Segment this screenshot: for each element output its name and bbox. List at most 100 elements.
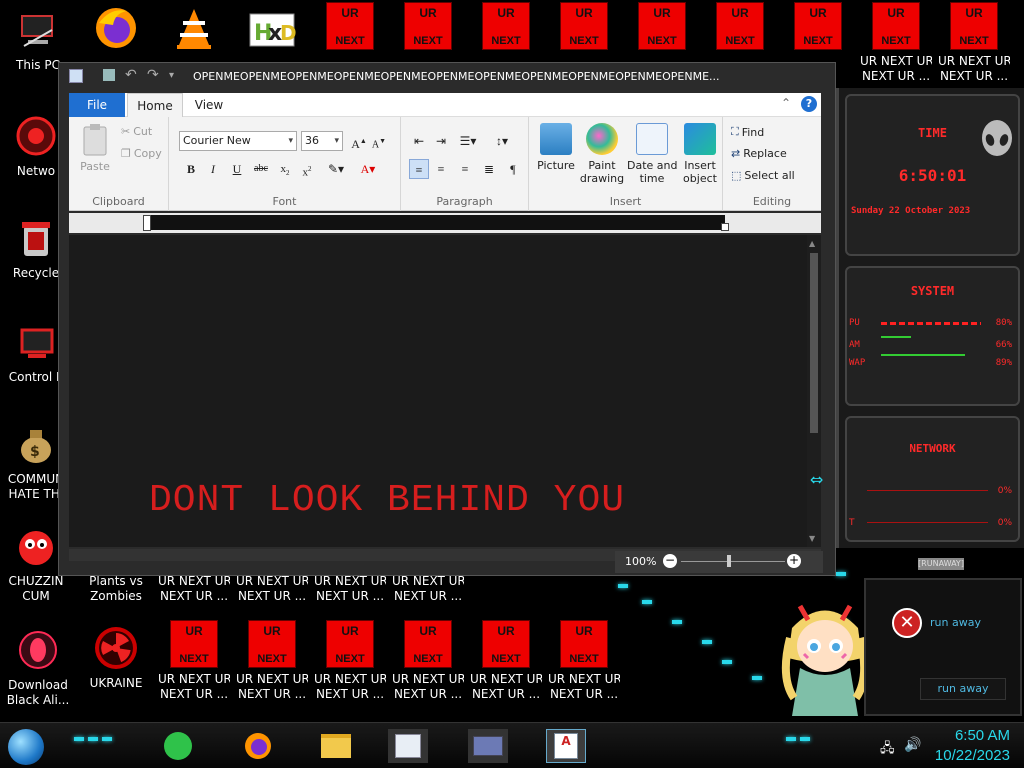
volume-icon[interactable]: 🔊 bbox=[904, 737, 921, 753]
date-time-button[interactable]: Date and time bbox=[627, 123, 677, 185]
ur-next-shortcut[interactable]: UR NEXT UR NEXT UR ... bbox=[314, 574, 386, 604]
taskbar-notepad[interactable] bbox=[388, 729, 428, 763]
zoom-slider-track[interactable] bbox=[681, 561, 785, 562]
subscript-icon[interactable]: x2 bbox=[275, 159, 295, 179]
tab-home[interactable]: Home bbox=[127, 93, 183, 117]
redo-icon[interactable]: ↷ bbox=[147, 67, 159, 83]
replace-button[interactable]: ⇄ Replace bbox=[731, 147, 787, 160]
insert-object-button[interactable]: Insert object bbox=[675, 123, 725, 185]
shrink-font-icon[interactable]: A▼ bbox=[369, 131, 389, 151]
ur-next-shortcut[interactable]: UR NEXT UR NEXT UR NEXT UR ... bbox=[314, 620, 386, 702]
scroll-thumb[interactable] bbox=[810, 253, 818, 433]
zoom-out-icon[interactable]: − bbox=[663, 554, 677, 568]
save-icon[interactable] bbox=[103, 69, 115, 81]
network-tray-icon[interactable]: 🖧 bbox=[880, 739, 895, 761]
superscript-icon[interactable]: x2 bbox=[297, 159, 317, 179]
firefox-shortcut[interactable] bbox=[80, 4, 152, 52]
taskbar-firefox[interactable] bbox=[238, 729, 278, 763]
increase-indent-icon[interactable]: ⇥ bbox=[431, 131, 451, 151]
align-center-icon[interactable]: ≡ bbox=[431, 159, 451, 179]
decrease-indent-icon[interactable]: ⇤ bbox=[409, 131, 429, 151]
title-bar[interactable]: ↶ ↷ ▾ OPENMEOPENMEOPENMEOPENMEOPENMEOPEN… bbox=[59, 63, 835, 91]
ur-next-shortcut[interactable]: UR NEXT bbox=[314, 2, 386, 54]
zoom-slider-thumb[interactable] bbox=[727, 555, 731, 567]
ukraine-shortcut[interactable]: UKRAINE bbox=[80, 624, 152, 691]
ur-next-shortcut[interactable]: UR NEXT UR NEXT UR NEXT UR ... bbox=[470, 620, 542, 702]
ur-next-shortcut[interactable]: UR NEXT UR NEXT UR NEXT UR ... bbox=[392, 620, 464, 702]
zoom-in-icon[interactable]: + bbox=[787, 554, 801, 568]
grow-font-icon[interactable]: A▲ bbox=[349, 131, 369, 151]
taskbar-wordpad[interactable]: A bbox=[546, 729, 586, 763]
highlight-color-icon[interactable]: ✎▾ bbox=[323, 159, 349, 179]
align-left-icon[interactable]: ≡ bbox=[409, 159, 429, 179]
right-indent-marker[interactable] bbox=[721, 223, 729, 231]
scroll-up-icon[interactable]: ▲ bbox=[809, 239, 815, 248]
undo-icon[interactable]: ↶ bbox=[125, 67, 137, 83]
paint-drawing-button[interactable]: Paint drawing bbox=[577, 123, 627, 185]
taskbar-clock-time[interactable]: 6:50 AM bbox=[940, 727, 1010, 744]
runaway-message: run away bbox=[930, 616, 981, 629]
ur-text: UR bbox=[263, 624, 281, 638]
paragraph-settings-icon[interactable]: ¶ bbox=[503, 159, 523, 179]
ur-next-shortcut[interactable]: UR NEXT UR NEXT UR NEXT UR ... bbox=[938, 2, 1010, 84]
ur-next-shortcut[interactable]: UR NEXT bbox=[548, 2, 620, 54]
font-color-icon[interactable]: A▾ bbox=[355, 159, 381, 179]
line-spacing-icon[interactable]: ↕▾ bbox=[489, 131, 515, 151]
copy-button[interactable]: ❐ Copy bbox=[121, 147, 162, 160]
bullets-icon[interactable]: ☰▾ bbox=[455, 131, 481, 151]
taskbar-control-panel[interactable] bbox=[468, 729, 508, 763]
ruler[interactable] bbox=[69, 213, 821, 233]
hxd-shortcut[interactable]: HxD bbox=[236, 6, 308, 54]
italic-icon[interactable]: I bbox=[203, 159, 223, 179]
next-text: NEXT bbox=[881, 35, 911, 47]
ur-next-shortcut[interactable]: UR NEXT UR NEXT UR NEXT UR ... bbox=[236, 620, 308, 702]
underline-icon[interactable]: U bbox=[227, 159, 247, 179]
strikethrough-icon[interactable]: abc bbox=[251, 159, 271, 179]
document-area[interactable]: DONT LOOK BEHIND YOU bbox=[69, 235, 807, 547]
bold-icon[interactable]: B bbox=[181, 159, 201, 179]
vertical-scrollbar[interactable]: ▲ ▼ bbox=[807, 235, 821, 547]
font-size-select[interactable]: 36 bbox=[301, 131, 343, 151]
plants-vs-zombies-shortcut[interactable]: Plants vs Zombies bbox=[80, 574, 152, 604]
ur-next-tile: UR NEXT bbox=[326, 620, 374, 668]
tab-file[interactable]: File bbox=[69, 93, 125, 117]
font-family-select[interactable]: Courier New bbox=[179, 131, 297, 151]
ur-next-shortcut[interactable]: UR NEXT UR NEXT UR ... bbox=[236, 574, 308, 604]
ur-next-shortcut[interactable]: UR NEXT UR NEXT UR ... bbox=[392, 574, 464, 604]
ur-next-shortcut[interactable]: UR NEXT bbox=[704, 2, 776, 54]
select-all-button[interactable]: ⬚ Select all bbox=[731, 169, 795, 182]
vlc-icon bbox=[170, 4, 218, 52]
star-butterfly-character-image bbox=[781, 604, 869, 716]
quick-access-dropdown-icon[interactable]: ▾ bbox=[169, 70, 174, 81]
ur-text: UR bbox=[887, 6, 905, 20]
align-right-icon[interactable]: ≡ bbox=[455, 159, 475, 179]
paste-button[interactable]: Paste bbox=[75, 123, 115, 173]
tab-view[interactable]: View bbox=[183, 93, 235, 117]
ur-next-shortcut[interactable]: UR NEXT UR NEXT UR NEXT UR ... bbox=[860, 2, 932, 84]
cut-button[interactable]: ✂ Cut bbox=[121, 125, 152, 138]
ur-next-shortcut[interactable]: UR NEXT bbox=[782, 2, 854, 54]
ur-next-shortcut[interactable]: UR NEXT UR NEXT UR NEXT UR ... bbox=[158, 620, 230, 702]
scroll-down-icon[interactable]: ▼ bbox=[809, 534, 815, 543]
start-orb-icon[interactable] bbox=[8, 729, 44, 765]
taskbar-file-explorer[interactable] bbox=[316, 729, 356, 763]
svg-text:$: $ bbox=[30, 444, 40, 460]
next-text: NEXT bbox=[725, 35, 755, 47]
vlc-shortcut[interactable] bbox=[158, 4, 230, 52]
insert-picture-button[interactable]: Picture bbox=[531, 123, 581, 172]
ur-next-shortcut[interactable]: UR NEXT UR NEXT UR NEXT UR ... bbox=[548, 620, 620, 702]
runaway-button[interactable]: run away bbox=[920, 678, 1006, 700]
help-icon[interactable]: ? bbox=[801, 96, 817, 112]
wordpad-app-icon[interactable] bbox=[69, 69, 83, 83]
ur-next-shortcut[interactable]: UR NEXT bbox=[470, 2, 542, 54]
taskbar-notes-app[interactable] bbox=[158, 729, 198, 763]
find-button[interactable]: ⛶ Find bbox=[731, 125, 764, 139]
ur-next-shortcut[interactable]: UR NEXT bbox=[392, 2, 464, 54]
ur-next-shortcut[interactable]: UR NEXT UR NEXT UR ... bbox=[158, 574, 230, 604]
download-shortcut[interactable]: Download Black Ali... bbox=[2, 626, 74, 708]
left-indent-marker[interactable] bbox=[143, 215, 151, 231]
taskbar-clock-date[interactable]: 10/22/2023 bbox=[926, 747, 1010, 764]
justify-icon[interactable]: ≣ bbox=[479, 159, 499, 179]
collapse-ribbon-icon[interactable]: ⌃ bbox=[781, 96, 791, 110]
ur-next-shortcut[interactable]: UR NEXT bbox=[626, 2, 698, 54]
